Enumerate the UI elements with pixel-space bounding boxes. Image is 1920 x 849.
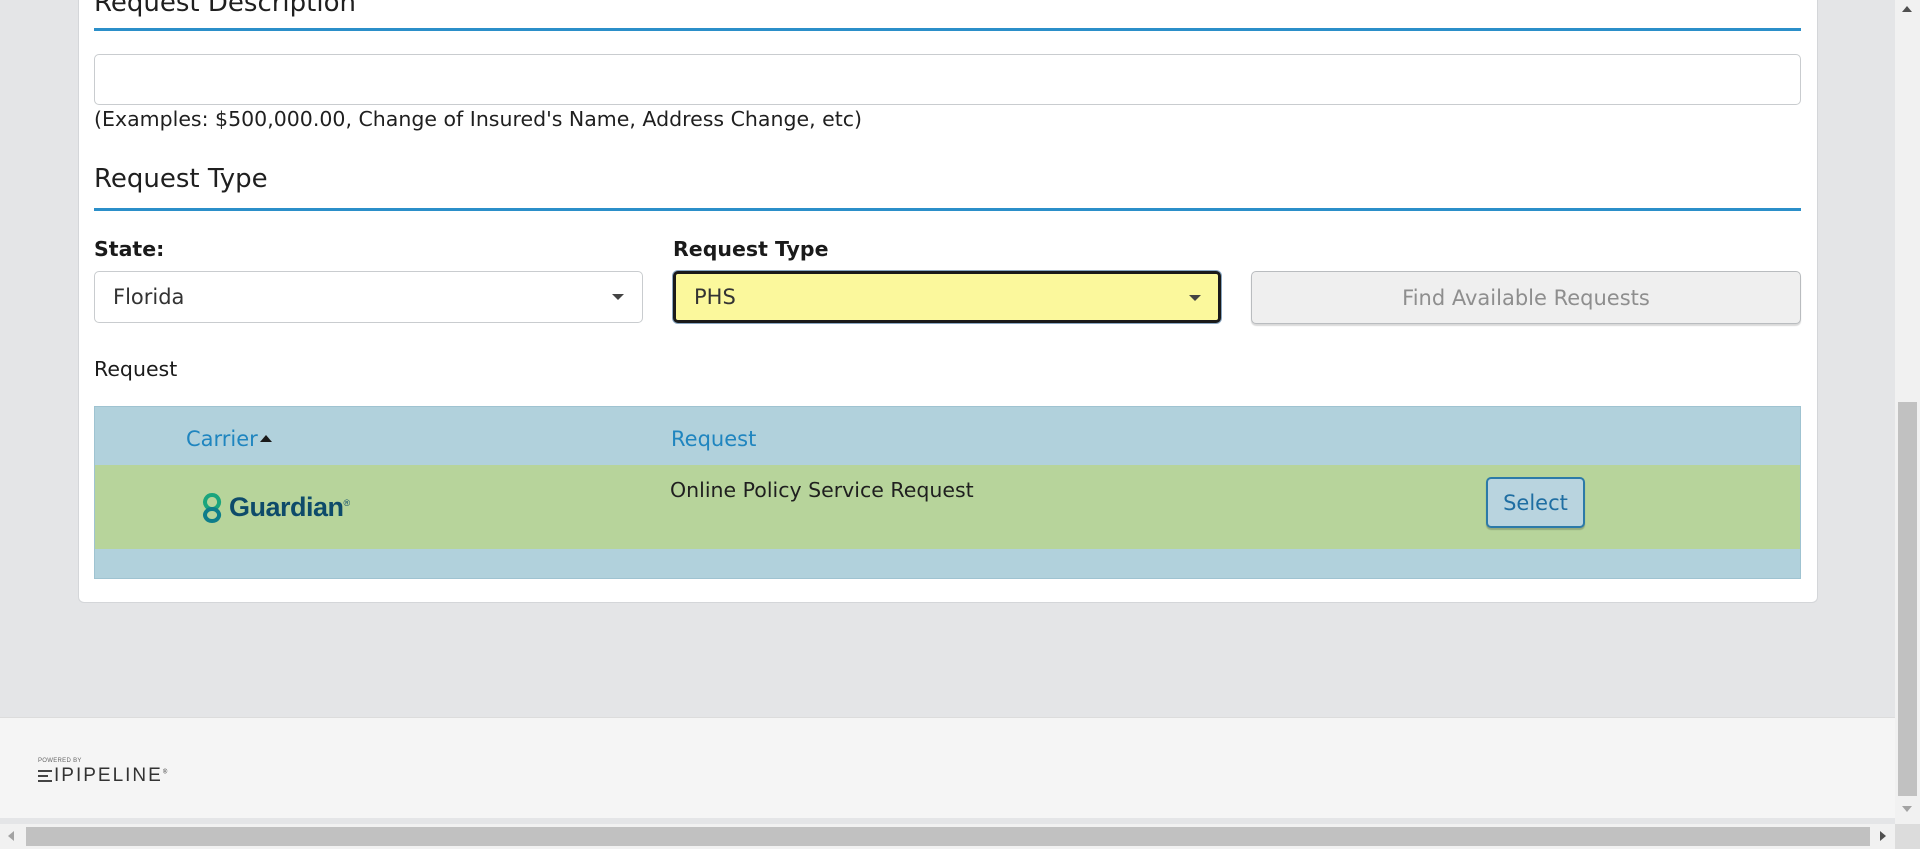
horizontal-scrollbar-thumb[interactable] <box>26 827 1870 846</box>
vertical-scrollbar[interactable] <box>1895 0 1920 824</box>
scrollbar-corner <box>1895 824 1920 849</box>
section-divider <box>94 28 1801 31</box>
scroll-up-arrow-icon[interactable] <box>1902 6 1912 12</box>
find-available-requests-button[interactable]: Find Available Requests <box>1251 271 1801 324</box>
request-type-select[interactable]: PHS <box>673 271 1221 323</box>
trademark-mark: ® <box>343 498 351 508</box>
request-name-cell: Online Policy Service Request <box>670 478 974 502</box>
vertical-scrollbar-thumb[interactable] <box>1898 402 1917 796</box>
guardian-logo-icon <box>203 492 222 523</box>
state-select[interactable]: Florida <box>94 271 643 323</box>
request-column-header[interactable]: Request <box>671 427 756 451</box>
horizontal-scrollbar[interactable] <box>0 824 1895 849</box>
state-label: State: <box>94 237 165 261</box>
request-description-heading: Request Description <box>94 0 356 18</box>
scroll-down-arrow-icon[interactable] <box>1902 806 1912 812</box>
request-type-heading: Request Type <box>94 164 268 194</box>
section-divider <box>94 208 1801 211</box>
ipipeline-logo: POWERED BY IPIPELINE® <box>38 758 169 787</box>
guardian-logo: Guardian® <box>201 492 350 523</box>
scroll-right-arrow-icon[interactable] <box>1880 831 1886 841</box>
powered-by-text: POWERED BY <box>38 758 82 764</box>
page-footer: POWERED BY IPIPELINE® <box>0 717 1895 818</box>
carrier-column-header[interactable]: Carrier <box>186 427 272 451</box>
carrier-header-label: Carrier <box>186 427 258 451</box>
dropdown-caret-icon <box>1189 295 1201 301</box>
description-hint: (Examples: $500,000.00, Change of Insure… <box>94 107 863 131</box>
scroll-left-arrow-icon[interactable] <box>8 831 14 841</box>
request-description-input[interactable] <box>94 54 1801 105</box>
select-request-button[interactable]: Select <box>1486 477 1585 528</box>
request-type-label: Request Type <box>673 237 829 261</box>
sort-ascending-icon <box>259 434 272 442</box>
request-results-label: Request <box>94 357 178 381</box>
dropdown-caret-icon <box>612 294 624 300</box>
ipipeline-brand-text: IPIPELINE <box>54 765 163 786</box>
requests-table: Carrier Request Guardian® Online Policy … <box>94 406 1801 579</box>
brand-registered-mark: ® <box>162 769 170 776</box>
table-row: Guardian® Online Policy Service Request … <box>95 465 1800 549</box>
carrier-name: Guardian <box>229 492 344 522</box>
ipipeline-logo-icon <box>38 770 52 782</box>
state-select-value: Florida <box>113 285 185 309</box>
request-type-select-value: PHS <box>694 285 736 309</box>
